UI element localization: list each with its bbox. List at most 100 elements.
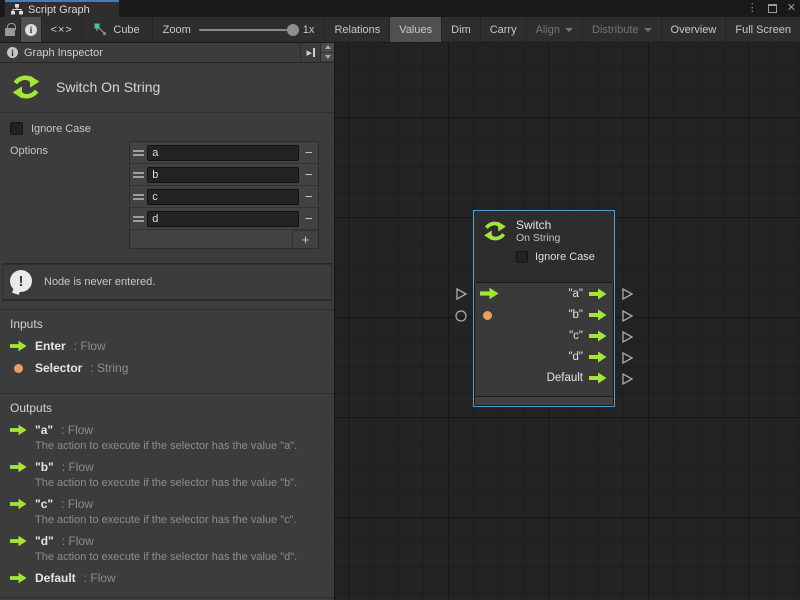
toolbar-button-distribute[interactable]: Distribute bbox=[583, 17, 661, 42]
graph-owner-label: Cube bbox=[113, 24, 139, 36]
window-menu-icon[interactable]: ⋮ bbox=[747, 0, 758, 17]
inspector-scrollbar bbox=[320, 43, 334, 62]
port-type: : Flow bbox=[84, 571, 116, 585]
toolbar-button-overview[interactable]: Overview bbox=[662, 17, 727, 42]
ignore-case-checkbox[interactable] bbox=[516, 251, 528, 263]
remove-option-button[interactable]: − bbox=[299, 189, 318, 204]
drag-handle-icon[interactable] bbox=[130, 194, 147, 200]
ignore-case-label: Ignore Case bbox=[535, 251, 595, 263]
drag-handle-icon[interactable] bbox=[130, 150, 147, 156]
node-output-port[interactable]: "d" bbox=[474, 347, 614, 368]
selector-value-port-icon[interactable] bbox=[483, 311, 492, 320]
button-label: Carry bbox=[490, 24, 517, 36]
external-flow-port-icon[interactable] bbox=[620, 309, 634, 323]
port-description: The action to execute if the selector ha… bbox=[35, 440, 334, 452]
code-icon: <×> bbox=[51, 24, 73, 36]
toolbar-button-fullscreen[interactable]: Full Screen bbox=[726, 17, 800, 42]
remove-option-button[interactable]: − bbox=[299, 211, 318, 226]
port-label: "a" bbox=[568, 288, 583, 300]
graph-canvas[interactable]: Switch On String Ignore Case bbox=[335, 43, 800, 600]
switch-on-string-node[interactable]: Switch On String Ignore Case bbox=[473, 210, 615, 407]
script-graph-window: Script Graph ⋮ ✕ i <×> Cube Zoom bbox=[0, 0, 800, 600]
drag-handle-icon[interactable] bbox=[130, 216, 147, 222]
option-row: − bbox=[130, 208, 318, 230]
zoom-label: Zoom bbox=[163, 24, 191, 36]
option-value-input[interactable] bbox=[147, 145, 299, 161]
node-header: Switch On String Ignore Case bbox=[474, 211, 614, 283]
external-flow-port-icon[interactable] bbox=[454, 287, 468, 301]
port-description: The action to execute if the selector ha… bbox=[35, 477, 334, 489]
toolbar-button-relations[interactable]: Relations bbox=[325, 17, 390, 42]
port-type: : String bbox=[90, 361, 128, 375]
external-value-port-icon[interactable] bbox=[454, 309, 468, 323]
option-value-input[interactable] bbox=[147, 167, 299, 183]
node-output-port[interactable]: "b" bbox=[474, 304, 614, 325]
triangle-up-icon bbox=[325, 45, 331, 49]
external-flow-port-icon[interactable] bbox=[620, 330, 634, 344]
button-label: Relations bbox=[334, 24, 380, 36]
external-flow-port-icon[interactable] bbox=[620, 351, 634, 365]
enter-flow-port-icon[interactable] bbox=[480, 287, 499, 300]
option-add-row: + bbox=[130, 230, 318, 248]
option-value-input[interactable] bbox=[147, 211, 299, 227]
edit-code-button[interactable]: <×> bbox=[42, 17, 82, 42]
port-name: Default bbox=[35, 571, 76, 585]
flow-port-icon bbox=[10, 424, 27, 436]
script-graph-icon bbox=[11, 4, 23, 15]
flow-port-icon bbox=[10, 535, 27, 547]
option-value-input[interactable] bbox=[147, 189, 299, 205]
button-label: Overview bbox=[671, 24, 717, 36]
output-port-row: "c" : Flow bbox=[10, 497, 334, 511]
ignore-case-field: Ignore Case bbox=[0, 113, 334, 139]
port-label: "b" bbox=[568, 309, 583, 321]
external-flow-port-icon[interactable] bbox=[620, 287, 634, 301]
toolbar-button-carry[interactable]: Carry bbox=[481, 17, 527, 42]
output-port-row: "d" : Flow bbox=[10, 534, 334, 548]
toolbar-button-values[interactable]: Values bbox=[390, 17, 442, 42]
node-output-port[interactable]: "c" bbox=[474, 325, 614, 346]
inspector-toggle-button[interactable]: i bbox=[21, 17, 42, 42]
port-label: Default bbox=[547, 372, 583, 384]
node-body: "a" "b" "c" bbox=[474, 283, 614, 389]
toolbar-button-dim[interactable]: Dim bbox=[442, 17, 481, 42]
outputs-heading: Outputs bbox=[10, 401, 334, 415]
ignore-case-label: Ignore Case bbox=[31, 123, 91, 135]
zoom-value: 1x bbox=[303, 24, 315, 36]
remove-option-button[interactable]: − bbox=[299, 145, 318, 160]
node-output-port[interactable]: Default bbox=[474, 368, 614, 389]
graph-owner-button[interactable]: Cube bbox=[82, 17, 152, 42]
switch-node-icon bbox=[10, 71, 42, 103]
chevron-down-icon bbox=[565, 28, 573, 32]
button-label: Distribute bbox=[592, 24, 638, 36]
tab-script-graph[interactable]: Script Graph bbox=[5, 0, 119, 17]
close-icon[interactable]: ✕ bbox=[787, 0, 796, 17]
ignore-case-checkbox[interactable] bbox=[10, 122, 23, 135]
zoom-slider[interactable] bbox=[199, 29, 295, 31]
port-name: "a" bbox=[35, 423, 53, 437]
scroll-down-button[interactable] bbox=[321, 53, 334, 63]
flow-port-icon bbox=[10, 572, 27, 584]
options-field: Options − − − bbox=[0, 139, 334, 255]
button-label: Values bbox=[399, 24, 432, 36]
port-name: Selector bbox=[35, 361, 82, 375]
toolbar-button-align[interactable]: Align bbox=[527, 17, 583, 42]
external-flow-port-icon[interactable] bbox=[620, 372, 634, 386]
button-label: Dim bbox=[451, 24, 471, 36]
info-icon: i bbox=[25, 24, 37, 36]
port-type: : Flow bbox=[62, 534, 94, 548]
input-port-row: Enter : Flow bbox=[10, 339, 334, 353]
remove-option-button[interactable]: − bbox=[299, 167, 318, 182]
add-option-button[interactable]: + bbox=[292, 230, 318, 248]
port-name: Enter bbox=[35, 339, 66, 353]
port-description: The action to execute if the selector ha… bbox=[35, 551, 334, 563]
maximize-icon[interactable] bbox=[768, 4, 777, 13]
graph-inspector-panel: i Graph Inspector ▸ Switch On String bbox=[0, 43, 335, 600]
scroll-up-button[interactable] bbox=[321, 43, 334, 53]
port-label: "d" bbox=[568, 351, 583, 363]
dock-panel-button[interactable]: ▸ bbox=[300, 43, 320, 62]
zoom-slider-handle[interactable] bbox=[287, 24, 299, 36]
lock-button[interactable] bbox=[0, 17, 21, 42]
port-type: : Flow bbox=[62, 460, 94, 474]
unit-title-block: Switch On String bbox=[0, 63, 334, 113]
drag-handle-icon[interactable] bbox=[130, 172, 147, 178]
